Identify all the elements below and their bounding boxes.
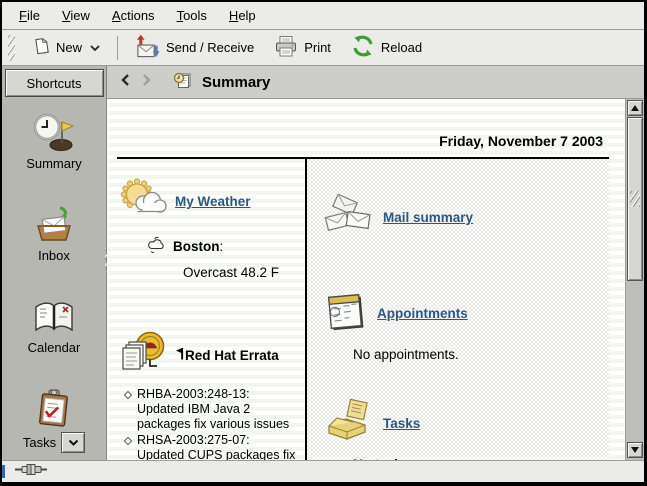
mail-section-header: Mail summary <box>323 191 609 244</box>
weather-colon: : <box>220 239 224 254</box>
sidebar-item-inbox-label: Inbox <box>38 248 70 263</box>
summary-left-column: My Weather <box>117 159 307 460</box>
menu-help[interactable]: Help <box>218 3 267 28</box>
summary-small-icon <box>173 71 192 94</box>
weather-location-label: Boston: <box>173 239 223 254</box>
menu-bar: File View Actions Tools Help <box>2 2 644 30</box>
tasks-link[interactable]: Tasks <box>383 416 420 431</box>
send-receive-label: Send / Receive <box>166 40 254 55</box>
calendar-icon <box>32 296 76 336</box>
print-button[interactable]: Print <box>266 29 339 66</box>
folder-title-bar: Summary <box>107 66 644 99</box>
weather-icon <box>119 177 167 226</box>
new-button-label: New <box>56 40 82 55</box>
scrollbar-down-button[interactable] <box>627 442 643 458</box>
online-connector-icon[interactable] <box>14 463 48 481</box>
toolbar: New Send / Receive <box>2 30 644 66</box>
up-arrow-icon <box>631 105 639 111</box>
sidebar-item-calendar-label: Calendar <box>28 340 81 355</box>
scrollbar-up-button[interactable] <box>627 100 643 116</box>
summary-right-column: Mail summary <box>307 159 609 460</box>
forward-arrow-icon[interactable] <box>141 72 153 93</box>
errata-icon <box>119 330 167 381</box>
down-arrow-icon <box>631 447 639 453</box>
tasks-notes-icon <box>323 398 375 449</box>
toolbar-grip-handle[interactable] <box>8 35 15 61</box>
printer-icon <box>274 34 298 61</box>
errata-item[interactable]: RHSA-2003:275-07: Updated CUPS packages … <box>137 433 297 460</box>
appointments-section-header: Appointments <box>323 288 609 339</box>
weather-report: Overcast 48.2 F <box>183 265 297 280</box>
toolbar-separator <box>117 36 118 60</box>
inbox-icon <box>32 204 76 244</box>
summary-icon <box>32 112 76 152</box>
appointments-link[interactable]: Appointments <box>377 306 468 321</box>
appointments-icon <box>323 288 369 339</box>
main-body: Shortcuts Summary <box>2 66 644 460</box>
appointments-empty-text: No appointments. <box>353 347 609 362</box>
status-bar <box>2 460 644 482</box>
sidebar-item-summary-label: Summary <box>26 156 82 171</box>
shortcuts-label: Shortcuts <box>27 76 82 91</box>
menu-view[interactable]: View <box>51 3 101 28</box>
menu-file[interactable]: File <box>8 3 51 28</box>
tasks-section-header: Tasks <box>323 398 609 449</box>
errata-title: Red Hat Errata <box>185 348 279 363</box>
scrollbar-thumb-grip <box>630 191 640 207</box>
reload-icon <box>351 34 375 61</box>
shortcut-scroll-down-button[interactable] <box>61 432 85 453</box>
sidebar-tasks-row: Tasks <box>23 432 85 453</box>
scrollbar-thumb[interactable] <box>627 117 643 281</box>
back-arrow-icon[interactable] <box>119 72 131 93</box>
nav-arrows <box>119 72 153 93</box>
print-label: Print <box>304 40 331 55</box>
statusbar-resize-tick <box>2 465 5 478</box>
mail-summary-icon <box>323 191 375 244</box>
new-document-icon <box>33 37 50 58</box>
errata-item[interactable]: RHBA-2003:248-13: Updated IBM Java 2 pac… <box>137 387 297 432</box>
weather-city: Boston <box>173 239 220 254</box>
page-title: Summary <box>202 74 270 91</box>
sidebar-item-summary[interactable]: Summary <box>26 112 82 171</box>
send-receive-button[interactable]: Send / Receive <box>127 29 262 67</box>
sidebar-item-inbox[interactable]: Inbox <box>32 204 76 263</box>
reload-label: Reload <box>381 40 422 55</box>
menu-tools[interactable]: Tools <box>166 3 218 28</box>
evolution-window: File View Actions Tools Help New <box>0 0 647 486</box>
new-button[interactable]: New <box>25 32 108 63</box>
summary-view: Friday, November 7 2003 <box>107 99 644 460</box>
new-dropdown-chevron-icon[interactable] <box>90 40 100 55</box>
menu-actions[interactable]: Actions <box>101 3 166 28</box>
shortcuts-group-button[interactable]: Shortcuts <box>5 69 104 97</box>
small-cloud-icon <box>147 236 167 256</box>
reload-button[interactable]: Reload <box>343 29 430 66</box>
send-receive-icon <box>135 34 160 62</box>
tasks-icon <box>32 388 76 428</box>
errata-list: RHBA-2003:248-13: Updated IBM Java 2 pac… <box>123 387 297 460</box>
sidebar-item-tasks-label[interactable]: Tasks <box>23 435 56 450</box>
weather-section-header: My Weather <box>119 177 297 226</box>
summary-date: Friday, November 7 2003 <box>117 99 609 157</box>
errata-flag-icon <box>175 348 184 363</box>
weather-location-row: Boston: <box>147 236 297 256</box>
main-pane: Summary Friday, November 7 2003 <box>107 66 644 460</box>
sidebar-item-tasks: Tasks <box>23 388 85 453</box>
sidebar-item-calendar[interactable]: Calendar <box>28 296 81 355</box>
summary-canvas: Friday, November 7 2003 <box>107 99 625 460</box>
errata-title-row: Red Hat Errata <box>175 348 279 363</box>
shortcut-bar: Shortcuts Summary <box>2 66 107 460</box>
errata-section-header: Red Hat Errata <box>119 330 297 381</box>
weather-link[interactable]: My Weather <box>175 194 251 209</box>
vertical-scrollbar[interactable] <box>625 99 644 460</box>
mail-summary-link[interactable]: Mail summary <box>383 210 473 225</box>
